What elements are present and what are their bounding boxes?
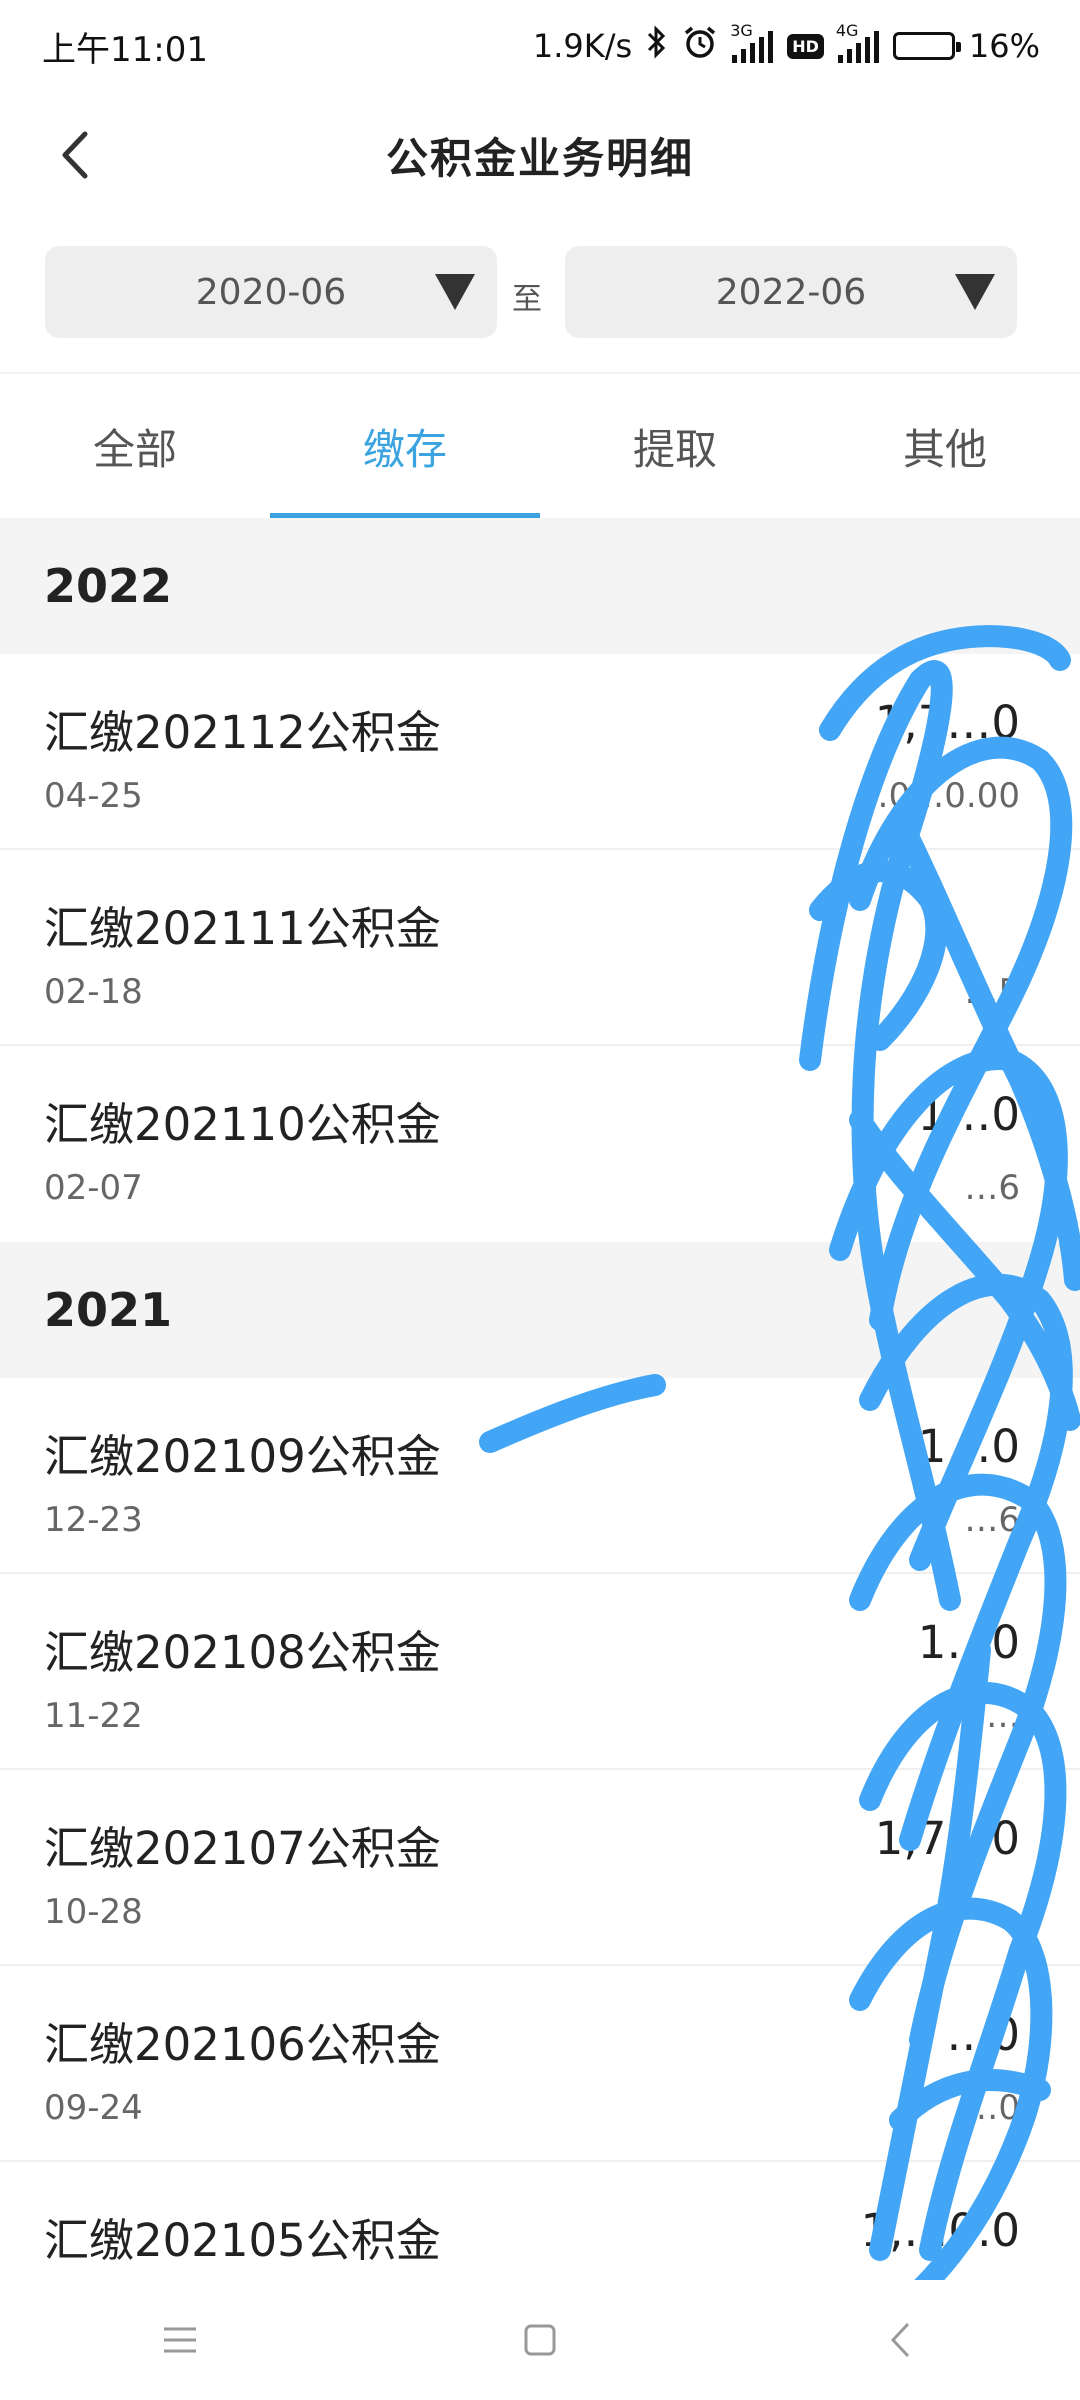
list-item[interactable]: 汇缴202108公积金 11-22 1…0 6… (0, 1574, 1080, 1770)
home-icon (524, 2324, 556, 2356)
tab-label: 其他 (902, 424, 987, 474)
item-date: 12-23 (44, 1500, 143, 1540)
tab-other[interactable]: 其他 (810, 374, 1080, 518)
item-balance: …0…0.00 (854, 776, 1020, 816)
start-date-select[interactable]: 2020-06 (45, 246, 497, 338)
list-item[interactable]: 汇缴202110公积金 02-07 1…0 …6 (0, 1046, 1080, 1242)
list-item[interactable]: 汇缴202111公积金 02-18 …5 (0, 850, 1080, 1046)
dropdown-triangle-icon (955, 274, 995, 310)
item-balance: …6 (964, 1500, 1020, 1540)
item-title: 汇缴202107公积金 (44, 1822, 441, 1875)
home-button[interactable] (480, 2290, 600, 2390)
item-balance: …0 (964, 2088, 1020, 2128)
page-title: 公积金业务明细 (385, 133, 694, 183)
list-item[interactable]: 汇缴202112公积金 04-25 1,7…0 …0…0.00 (0, 654, 1080, 850)
battery-percent: 16% (968, 27, 1040, 65)
date-range: 2020-06 至 2022-06 (0, 246, 1080, 342)
item-title: 汇缴202105公积金 (44, 2214, 441, 2267)
tab-deposit[interactable]: 缴存 (270, 374, 540, 518)
tab-withdraw[interactable]: 提取 (540, 374, 810, 518)
item-amount: 1,7…0 (874, 696, 1020, 749)
tab-all[interactable]: 全部 (0, 374, 270, 518)
transaction-list: 2022 汇缴202112公积金 04-25 1,7…0 …0…0.00 汇缴2… (0, 518, 1080, 2358)
date-separator: 至 (512, 282, 542, 317)
signal-3g-icon: 3G (730, 21, 774, 63)
end-date-value: 2022-06 (715, 271, 867, 313)
item-title: 汇缴202111公积金 (44, 902, 441, 955)
back-icon (890, 2322, 910, 2358)
alarm-icon (682, 25, 718, 67)
tab-label: 缴存 (362, 424, 447, 474)
item-amount: …0 (946, 2008, 1020, 2061)
item-balance: …5 (964, 972, 1020, 1012)
tab-label: 全部 (92, 424, 177, 474)
menu-icon (164, 2327, 196, 2353)
bluetooth-icon (646, 25, 668, 67)
item-title: 汇缴202108公积金 (44, 1626, 441, 1679)
tab-bar: 全部 缴存 提取 其他 (0, 374, 1080, 518)
item-balance: …6 (964, 1168, 1020, 1208)
item-amount: 1,7…0 (874, 1812, 1020, 1865)
back-button[interactable] (40, 120, 110, 190)
item-title: 汇缴202112公积金 (44, 706, 441, 759)
status-time: 上午11:01 (42, 29, 208, 70)
item-date: 02-18 (44, 972, 143, 1012)
item-amount: 1…0 (917, 1616, 1020, 1669)
header: 公积金业务明细 (0, 100, 1080, 210)
item-title: 汇缴202106公积金 (44, 2018, 441, 2071)
list-item[interactable]: 汇缴202106公积金 09-24 …0 …0 (0, 1966, 1080, 2162)
year-header: 2022 (0, 518, 1080, 654)
end-date-select[interactable]: 2022-06 (565, 246, 1017, 338)
item-title: 汇缴202110公积金 (44, 1098, 441, 1151)
battery-icon (892, 32, 961, 60)
item-date: 02-07 (44, 1168, 143, 1208)
system-nav-bar (0, 2280, 1080, 2400)
list-item[interactable]: 汇缴202109公积金 12-23 1…0 …6 (0, 1378, 1080, 1574)
item-date: 04-25 (44, 776, 143, 816)
item-amount: 1,…0.0 (860, 2204, 1021, 2257)
item-amount: 1…0 (917, 1420, 1020, 1473)
status-icons: 1.9K/s 3G HD 4G 16% (532, 21, 1040, 67)
item-balance: 6… (964, 1696, 1020, 1736)
list-item[interactable]: 汇缴202107公积金 10-28 1,7…0 (0, 1770, 1080, 1966)
status-bar: 上午11:01 1.9K/s 3G HD 4G 16% (0, 0, 1080, 92)
tab-label: 提取 (632, 424, 717, 474)
nav-back-button[interactable] (840, 2290, 960, 2390)
item-date: 09-24 (44, 2088, 143, 2128)
network-speed: 1.9K/s (532, 27, 633, 65)
dropdown-triangle-icon (435, 274, 475, 310)
menu-button[interactable] (120, 2290, 240, 2390)
start-date-value: 2020-06 (195, 271, 347, 313)
item-date: 10-28 (44, 1892, 143, 1932)
item-title: 汇缴202109公积金 (44, 1430, 441, 1483)
signal-4g-icon: 4G (836, 21, 879, 63)
year-header: 2021 (0, 1242, 1080, 1378)
back-arrow-icon (62, 131, 88, 179)
item-amount: 1…0 (917, 1088, 1020, 1141)
hd-icon: HD (787, 33, 824, 59)
item-date: 11-22 (44, 1696, 143, 1736)
